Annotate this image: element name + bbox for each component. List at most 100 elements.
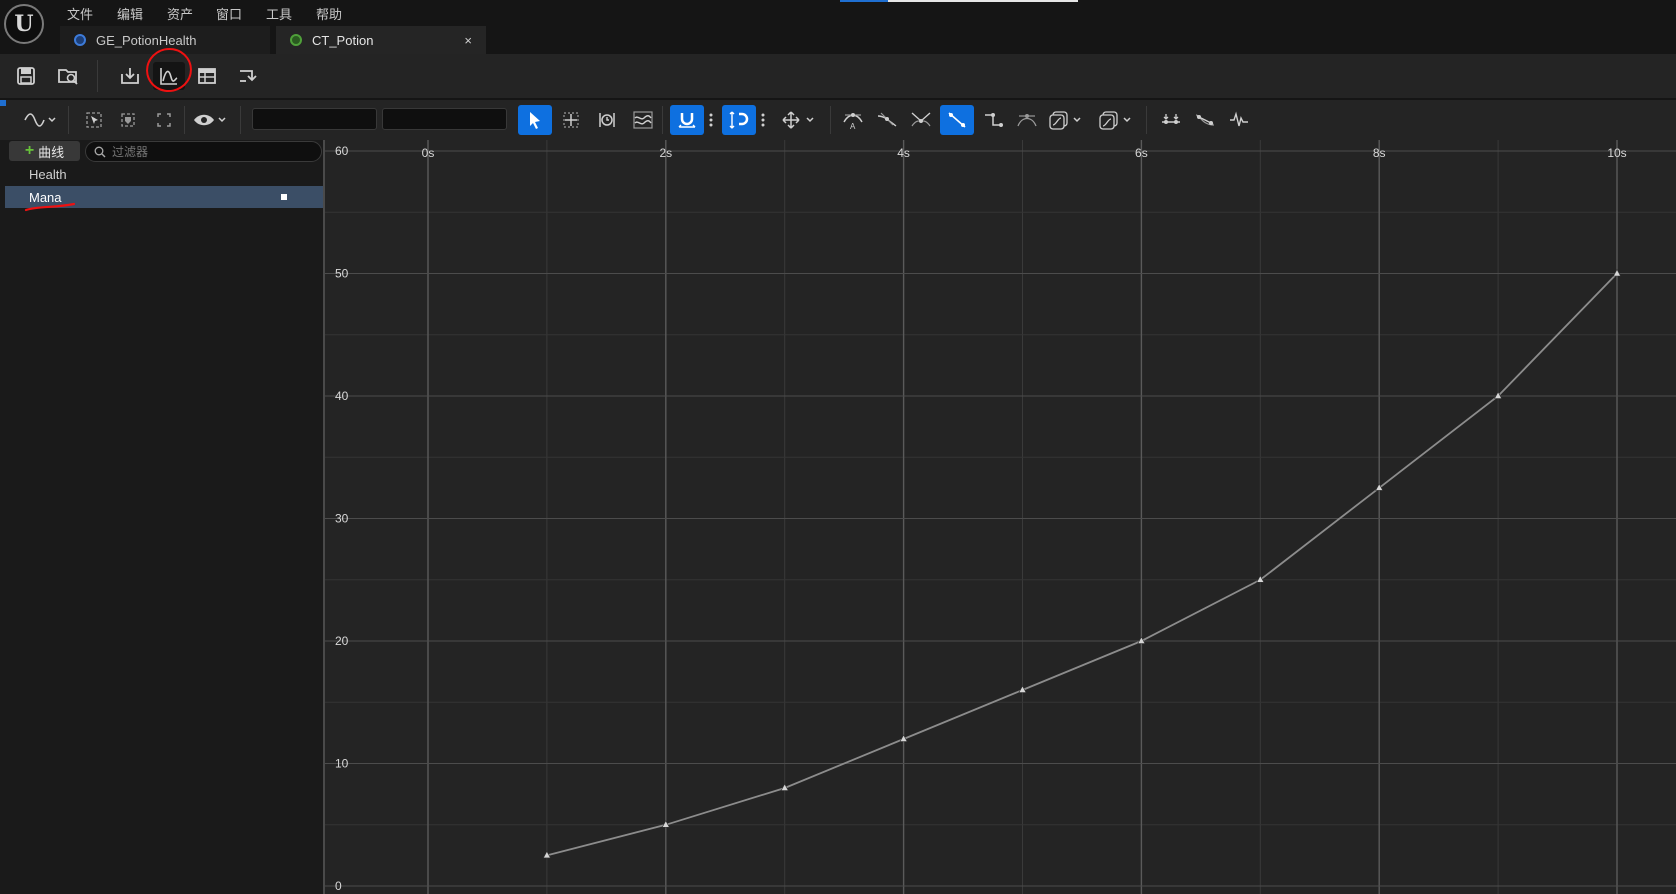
clock-icon bbox=[599, 113, 615, 127]
auto-tangent-icon: A bbox=[843, 113, 863, 130]
annotation-underline bbox=[24, 202, 76, 212]
auto-tangent-button[interactable]: A bbox=[838, 105, 868, 135]
plus-icon: + bbox=[24, 142, 35, 159]
toolbar-separator bbox=[830, 106, 831, 134]
flatten-tangent-button[interactable] bbox=[1012, 105, 1042, 135]
title-indicator-light bbox=[888, 0, 1078, 2]
search-icon bbox=[94, 146, 106, 157]
x-tick-label: 6s bbox=[1135, 146, 1148, 160]
menu-bar bbox=[0, 0, 1676, 24]
key-value-field[interactable] bbox=[382, 108, 507, 130]
view-options-dropdown[interactable] bbox=[190, 105, 232, 135]
close-icon[interactable]: × bbox=[464, 33, 472, 48]
series-line-mana bbox=[546, 272, 1618, 857]
toolbar-separator bbox=[240, 106, 241, 134]
flatten-tangent-icon bbox=[1017, 114, 1037, 127]
fit-view-button[interactable] bbox=[150, 105, 178, 135]
key-options-button[interactable] bbox=[232, 62, 264, 90]
x-tick-label: 10s bbox=[1607, 146, 1626, 160]
fit-icon bbox=[157, 113, 171, 127]
unreal-logo-icon[interactable]: U bbox=[4, 4, 44, 44]
flatten-keys-button[interactable] bbox=[1156, 105, 1186, 135]
y-tick-label: 20 bbox=[335, 634, 349, 648]
cursor-icon bbox=[530, 112, 540, 129]
linear-tangent-button[interactable] bbox=[940, 105, 974, 135]
browse-button[interactable] bbox=[52, 62, 84, 90]
add-curve-label: 曲线 bbox=[38, 144, 65, 160]
add-curve-button[interactable]: + 曲线 bbox=[9, 141, 80, 161]
x-tick-label: 4s bbox=[897, 146, 910, 160]
toolbar-separator bbox=[662, 106, 663, 134]
curve-key-point[interactable] bbox=[1612, 268, 1622, 277]
menu-help[interactable]: 帮助 bbox=[316, 4, 342, 23]
time-value-field[interactable] bbox=[252, 108, 377, 130]
break-tangent-button[interactable] bbox=[906, 105, 936, 135]
waves-icon bbox=[633, 111, 653, 129]
curve-color-swatch[interactable] bbox=[281, 194, 287, 200]
post-infinity-dropdown[interactable] bbox=[1096, 105, 1138, 135]
waveform-icon bbox=[24, 113, 56, 127]
curve-list-panel bbox=[0, 140, 323, 894]
curve-graph[interactable]: 0s 2s 4s 6s 8s 10s 60 50 40 30 20 10 0 bbox=[323, 140, 1676, 894]
tab-ct-potion[interactable]: CT_Potion × bbox=[276, 26, 486, 54]
post-infinity-icon bbox=[1099, 111, 1131, 130]
x-tick-label: 2s bbox=[659, 146, 672, 160]
save-button[interactable] bbox=[10, 62, 42, 90]
y-tick-label: 10 bbox=[335, 757, 349, 771]
menu-edit[interactable]: 编辑 bbox=[117, 4, 143, 23]
menu-file[interactable]: 文件 bbox=[67, 4, 93, 23]
multi-scale-tool-button[interactable] bbox=[628, 105, 658, 135]
x-tick-label: 8s bbox=[1373, 146, 1386, 160]
y-tick-label: 50 bbox=[335, 267, 349, 281]
move-icon bbox=[782, 111, 814, 129]
constant-tangent-button[interactable] bbox=[978, 105, 1008, 135]
straighten-keys-icon bbox=[1195, 114, 1215, 126]
svg-text:A: A bbox=[850, 122, 856, 130]
pre-infinity-dropdown[interactable] bbox=[1046, 105, 1088, 135]
toolbar-separator bbox=[184, 106, 185, 134]
menu-tools[interactable]: 工具 bbox=[266, 4, 292, 23]
magnet-icon bbox=[678, 113, 696, 128]
toolbar-separator bbox=[68, 106, 69, 134]
snap-value-options[interactable] bbox=[756, 105, 770, 135]
menu-window[interactable]: 窗口 bbox=[216, 4, 242, 23]
transform-icon bbox=[563, 112, 579, 128]
snap-value-button[interactable] bbox=[722, 105, 756, 135]
title-indicator bbox=[840, 0, 888, 2]
linear-tangent-icon bbox=[948, 112, 966, 128]
curve-graph-svg[interactable]: 0s 2s 4s 6s 8s 10s 60 50 40 30 20 10 0 bbox=[323, 140, 1676, 894]
curve-type-dropdown[interactable] bbox=[20, 105, 60, 135]
break-tangent-icon bbox=[911, 112, 931, 127]
curve-table-icon bbox=[290, 34, 302, 46]
panel-corner-marker bbox=[0, 100, 6, 106]
filter-curve-button[interactable] bbox=[1224, 105, 1254, 135]
frame-icon bbox=[121, 113, 135, 127]
flatten-keys-icon bbox=[1162, 114, 1180, 124]
y-tick-label: 40 bbox=[335, 389, 349, 403]
save-icon bbox=[17, 67, 35, 85]
table-view-icon bbox=[198, 68, 216, 84]
tab-label: GE_PotionHealth bbox=[96, 32, 197, 48]
filter-input[interactable]: 过滤器 bbox=[85, 141, 322, 162]
reimport-button[interactable] bbox=[114, 62, 146, 90]
axis-snap-dropdown[interactable] bbox=[778, 105, 820, 135]
reimport-icon bbox=[121, 68, 139, 84]
tab-label: CT_Potion bbox=[312, 32, 374, 48]
constant-tangent-icon bbox=[985, 113, 1003, 127]
menu-asset[interactable]: 资产 bbox=[167, 4, 193, 23]
snap-time-button[interactable] bbox=[670, 105, 704, 135]
transform-tool-button[interactable] bbox=[556, 105, 586, 135]
select-tool-button[interactable] bbox=[518, 105, 552, 135]
straighten-keys-button[interactable] bbox=[1190, 105, 1220, 135]
user-tangent-icon bbox=[877, 112, 897, 127]
user-tangent-button[interactable] bbox=[872, 105, 902, 135]
frame-selection-button[interactable] bbox=[114, 105, 142, 135]
snap-time-options[interactable] bbox=[704, 105, 718, 135]
curve-item-health[interactable]: Health bbox=[5, 163, 323, 185]
toolbar-separator bbox=[97, 60, 98, 92]
select-curves-button[interactable] bbox=[80, 105, 108, 135]
y-tick-label: 30 bbox=[335, 512, 349, 526]
table-view-button[interactable] bbox=[191, 62, 223, 90]
more-vertical-icon bbox=[761, 113, 765, 127]
retime-tool-button[interactable] bbox=[592, 105, 622, 135]
